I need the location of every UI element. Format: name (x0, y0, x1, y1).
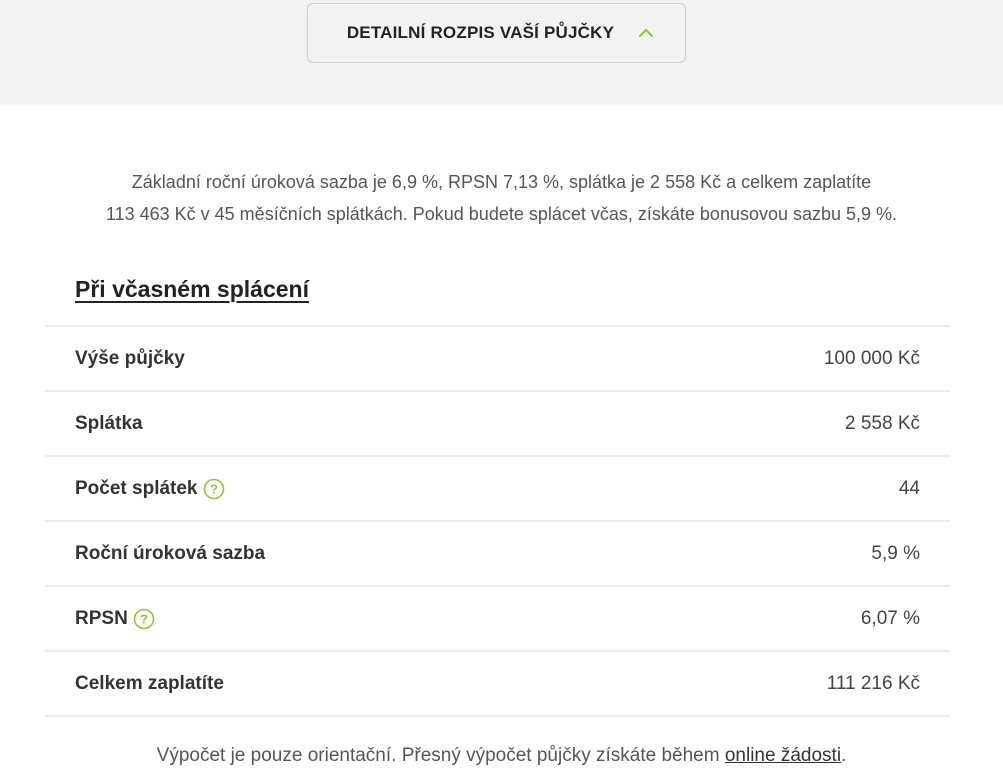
section-title: Při včasném splácení (75, 276, 309, 302)
row-value-annual-rate: 5,9 % (871, 542, 920, 564)
summary-line-2: 113 463 Kč v 45 měsíčních splátkách. Pok… (105, 204, 898, 224)
row-value-installment: 2 558 Kč (845, 412, 920, 434)
row-value-rpsn: 6,07 % (860, 607, 920, 629)
table-row: Počet splátek ? 44 (45, 457, 950, 522)
row-label-text: Celkem zaplatíte (75, 672, 224, 694)
table-row: Roční úroková sazba 5,9 % (45, 522, 950, 587)
footnote-end: . (841, 745, 847, 766)
row-value-total: 111 216 Kč (826, 672, 920, 694)
row-value-installment-count: 44 (898, 477, 920, 499)
row-label-loan-amount: Výše půjčky (75, 348, 185, 370)
chevron-up-icon (639, 29, 654, 37)
help-icon[interactable]: ? (133, 608, 155, 630)
help-icon[interactable]: ? (203, 478, 225, 500)
row-label-annual-rate: Roční úroková sazba (75, 543, 265, 565)
table-row: Celkem zaplatíte 111 216 Kč (45, 652, 950, 717)
online-application-link[interactable]: online žádosti (725, 745, 841, 766)
footnote-text: Výpočet je pouze orientační. Přesný výpo… (156, 745, 725, 766)
row-label-text: Splátka (75, 412, 143, 434)
loan-detail-table: Výše půjčky 100 000 Kč Splátka 2 558 Kč … (45, 325, 950, 717)
summary-line-1: Základní roční úroková sazba je 6,9 %, R… (131, 172, 872, 192)
table-row: Splátka 2 558 Kč (45, 392, 950, 457)
row-label-installment: Splátka (75, 413, 143, 435)
table-row: RPSN ? 6,07 % (45, 587, 950, 652)
row-label-text: Roční úroková sazba (75, 542, 266, 564)
footnote: Výpočet je pouze orientační. Přesný výpo… (0, 745, 1003, 767)
row-label-installment-count: Počet splátek ? (75, 478, 225, 500)
loan-summary: Základní roční úroková sazba je 6,9 %, R… (0, 166, 1003, 230)
row-label-text: Výše půjčky (75, 347, 185, 369)
table-row: Výše půjčky 100 000 Kč (45, 327, 950, 392)
toggle-label: DETAILNÍ ROZPIS VAŠÍ PŮJČKY (346, 23, 615, 42)
row-label-text: Počet splátek (75, 477, 198, 499)
row-label-rpsn: RPSN ? (75, 608, 155, 630)
svg-text:?: ? (140, 611, 148, 626)
loan-detail-toggle-button[interactable]: DETAILNÍ ROZPIS VAŠÍ PŮJČKY (307, 3, 686, 63)
row-label-total: Celkem zaplatíte (75, 673, 224, 695)
row-label-text: RPSN (75, 607, 128, 629)
row-value-loan-amount: 100 000 Kč (823, 347, 920, 369)
svg-text:?: ? (210, 481, 218, 496)
